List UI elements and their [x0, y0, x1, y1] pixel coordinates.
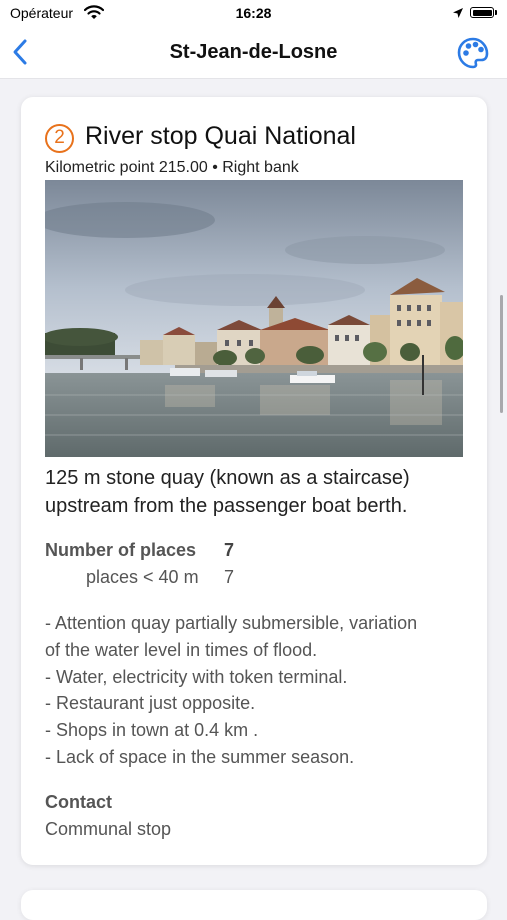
palette-icon: [457, 37, 489, 69]
status-time: 16:28: [235, 5, 272, 21]
note-line: - Attention quay partially submersible, …: [45, 613, 418, 633]
palette-button[interactable]: [456, 36, 490, 70]
page-title: St-Jean-de-Losne: [169, 41, 338, 63]
status-bar: Opérateur 16:28: [0, 0, 507, 28]
stop-number-badge: 2: [45, 124, 74, 153]
stop-description: 125 m stone quay (known as a staircase) …: [45, 467, 410, 517]
contact-label: Contact: [45, 792, 112, 812]
next-stop-card[interactable]: [21, 890, 487, 920]
places-size-label: places < 40 m: [86, 567, 199, 587]
battery-icon: [470, 7, 494, 18]
navigation-bar: St-Jean-de-Losne: [0, 28, 507, 79]
stop-header: 2 River stop Quai National: [45, 122, 475, 154]
places-size-value: 7: [224, 567, 235, 587]
contact-value: Communal stop: [45, 819, 172, 839]
places-label: Number of places: [45, 540, 197, 560]
location-arrow-icon: [452, 6, 464, 22]
scrollbar[interactable]: [500, 295, 503, 413]
note-line: - Restaurant just opposite.: [45, 693, 256, 714]
river-stop-photo[interactable]: [45, 180, 463, 457]
stop-notes: - Attention quay partially submersible, …: [45, 610, 475, 771]
note-line: - Lack of space in the summer season.: [45, 746, 355, 767]
note-line: - Shops in town at 0.4 km .: [45, 720, 259, 741]
battery-cap: [495, 10, 497, 15]
places-value: 7: [224, 540, 235, 560]
stop-title: River stop Quai National: [85, 122, 356, 150]
note-line: of the water level in times of flood.: [45, 639, 318, 660]
note-line: - Water, electricity with token terminal…: [45, 666, 348, 687]
stop-subtitle: Kilometric point 215.00 • Right bank: [45, 159, 299, 176]
stop-card: 2 River stop Quai National Kilometric po…: [21, 97, 487, 865]
